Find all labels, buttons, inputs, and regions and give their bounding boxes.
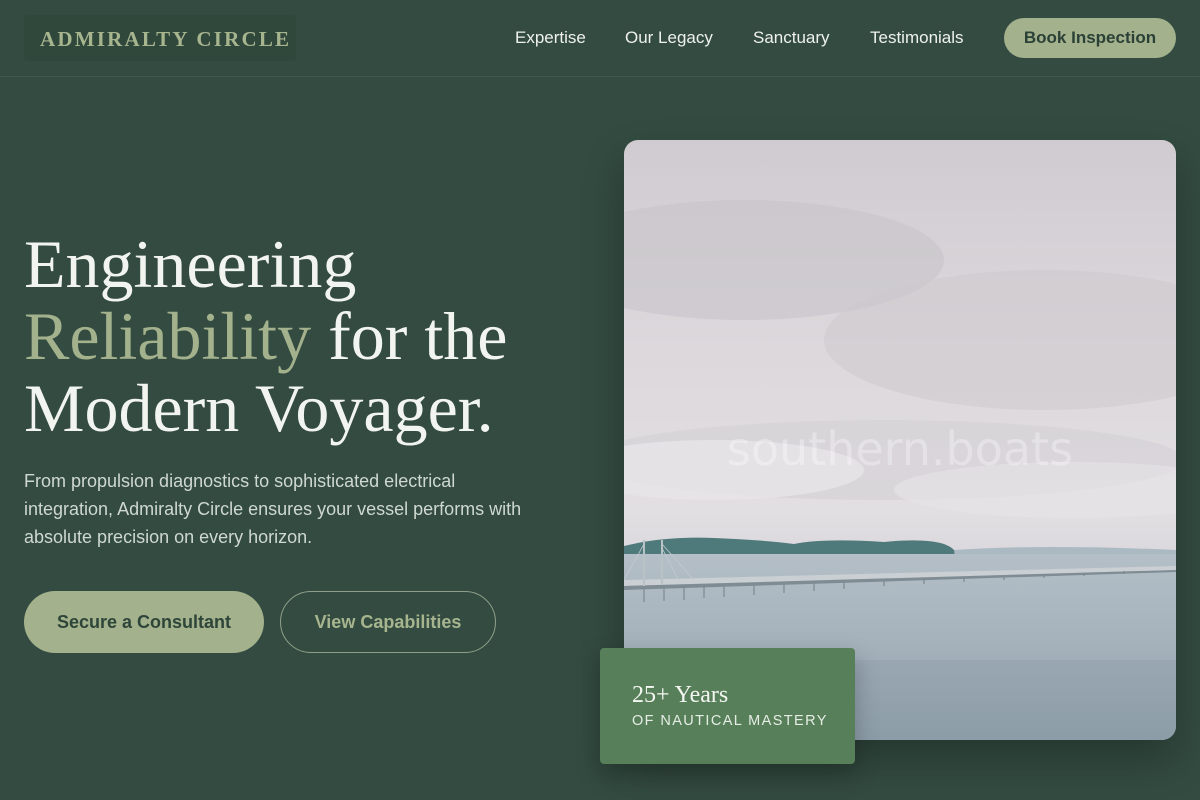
hero-heading-line3: Modern Voyager. <box>24 370 494 446</box>
brand-logo[interactable]: ADMIRALTY CIRCLE <box>40 27 291 52</box>
hero-heading: Engineering Reliability for the Modern V… <box>24 228 584 444</box>
nav-link-testimonials[interactable]: Testimonials <box>870 28 964 48</box>
secure-consultant-button[interactable]: Secure a Consultant <box>24 591 264 653</box>
book-inspection-button[interactable]: Book Inspection <box>1004 18 1176 58</box>
hero-heading-line1: Engineering <box>24 226 357 302</box>
hero-heading-line2: for the <box>311 298 508 374</box>
badge-title: 25+ Years <box>632 682 729 708</box>
image-watermark: southern.boats <box>726 422 1074 476</box>
badge-subtitle: OF NAUTICAL MASTERY <box>632 713 828 729</box>
experience-badge: 25+ Years OF NAUTICAL MASTERY <box>600 648 855 764</box>
hero-heading-accent: Reliability <box>24 298 312 374</box>
nav-link-sanctuary[interactable]: Sanctuary <box>753 28 830 48</box>
top-navbar: ADMIRALTY CIRCLE Expertise Our Legacy Sa… <box>0 0 1200 77</box>
view-capabilities-button[interactable]: View Capabilities <box>280 591 496 653</box>
hero-subtitle: From propulsion diagnostics to sophistic… <box>24 471 522 547</box>
nav-link-our-legacy[interactable]: Our Legacy <box>625 28 713 48</box>
nav-link-expertise[interactable]: Expertise <box>515 28 586 48</box>
